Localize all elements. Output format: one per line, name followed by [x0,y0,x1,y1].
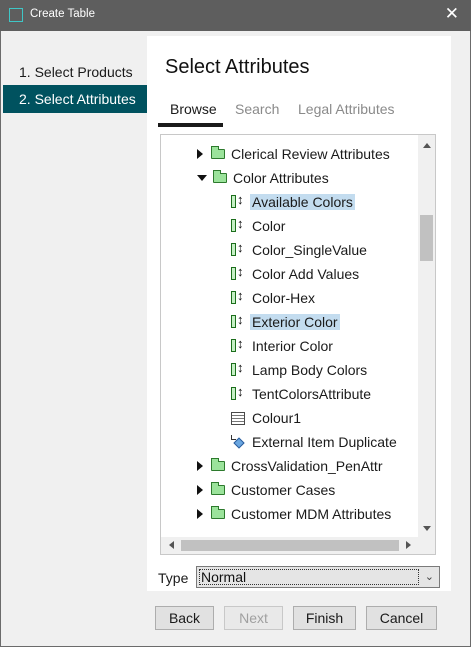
horizontal-scrollbar[interactable] [161,537,419,554]
app-icon [9,8,23,22]
tree-row[interactable]: ↕ Color_SingleValue [231,239,369,261]
type-select-value: Normal [199,569,419,585]
folder-icon [211,482,225,496]
scrollbar-corner [418,537,435,554]
attribute-icon: ↕ [231,361,245,377]
type-select[interactable]: Normal ⌄ [196,566,440,588]
attribute-icon: ↕ [231,241,245,257]
tab-search[interactable]: Search [223,98,291,128]
scroll-up-icon[interactable] [423,143,431,148]
tree-row-label: CrossValidation_PenAttr [231,458,383,474]
tree-row[interactable]: ↕ Color [231,215,287,237]
tree-row-label: Color Add Values [252,266,360,282]
next-button[interactable]: Next [224,606,283,630]
tree-row-label: Color Attributes [233,170,329,186]
title-bar: Create Table ✕ [0,0,471,31]
scroll-left-icon[interactable] [169,541,174,549]
scroll-down-icon[interactable] [423,526,431,531]
attribute-icon: ↕ [231,337,245,353]
tree-row-label: TentColorsAttribute [252,386,372,402]
tree-row[interactable]: Colour1 [231,407,303,429]
tree-row[interactable]: Customer Cases [197,479,337,501]
tree-row[interactable]: Customer MDM Attributes [197,503,393,525]
tree-row[interactable]: ↕ Exterior Color [231,311,340,333]
tree-row[interactable]: ↕ Available Colors [231,191,355,213]
scroll-right-icon[interactable] [406,541,411,549]
tree-row-label: Color-Hex [252,290,316,306]
tree-row[interactable]: ↕ Color Add Values [231,263,361,285]
cancel-button[interactable]: Cancel [366,606,437,630]
vertical-scroll-thumb[interactable] [420,215,433,261]
tree-row-label: Available Colors [250,194,355,210]
folder-icon [211,506,225,520]
tree-row[interactable]: Clerical Review Attributes [197,143,392,165]
tree-row[interactable]: ↕ Lamp Body Colors [231,359,369,381]
back-button[interactable]: Back [155,606,214,630]
attribute-icon: ↕ [231,265,245,281]
attribute-icon: ↕ [231,217,245,233]
attribute-icon: ↕ [231,385,245,401]
folder-icon [213,170,227,184]
table-icon [231,411,245,425]
tab-legal-attributes[interactable]: Legal Attributes [286,98,407,128]
tree-row[interactable]: CrossValidation_PenAttr [197,455,384,477]
window-title: Create Table [30,8,95,20]
step-select-products[interactable]: 1. Select Products [3,58,147,86]
tree-row-label: Lamp Body Colors [252,362,368,378]
tree-row-label: External Item Duplicate [252,434,397,450]
type-label: Type [158,570,189,586]
tree-row[interactable]: ↕ TentColorsAttribute [231,383,373,405]
tab-bar: Browse Search Legal Attributes [158,98,438,128]
attribute-icon: ↕ [231,313,245,329]
expand-arrow-icon[interactable] [197,149,203,160]
tree-row-label: Clerical Review Attributes [231,146,390,162]
step-select-attributes[interactable]: 2. Select Attributes [3,85,147,113]
tree-row-label: Customer Cases [231,482,336,498]
collapse-arrow-icon[interactable] [197,175,207,182]
tree-row[interactable]: Color Attributes [197,167,331,189]
tree-row-label: Exterior Color [250,314,340,330]
attribute-tree[interactable]: Clerical Review Attributes Color Attribut… [160,134,436,555]
tree-row-label: Color_SingleValue [252,242,367,258]
active-tab-indicator [158,123,223,127]
tree-row[interactable]: ↕ Color-Hex [231,287,317,309]
tree-row[interactable]: ↕ Interior Color [231,335,335,357]
chevron-down-icon: ⌄ [424,571,434,583]
vertical-scrollbar[interactable] [418,135,435,539]
wizard-steps: 1. Select Products 2. Select Attributes [3,36,147,591]
close-icon[interactable]: ✕ [445,4,459,24]
tree-row-label: Color [252,218,286,234]
horizontal-scroll-thumb[interactable] [181,540,399,551]
expand-arrow-icon[interactable] [197,485,203,496]
tree-row-label: Customer MDM Attributes [231,506,392,522]
expand-arrow-icon[interactable] [197,461,203,472]
attribute-icon: ↕ [231,193,245,209]
tree-row-label: Interior Color [252,338,333,354]
attribute-icon: ↕ [231,289,245,305]
reference-icon [231,435,245,449]
finish-button[interactable]: Finish [293,606,356,630]
tree-row[interactable]: External Item Duplicate [231,431,399,453]
folder-icon [211,146,225,160]
expand-arrow-icon[interactable] [197,509,203,520]
main-panel: Select Attributes Browse Search Legal At… [147,36,451,591]
tree-row-label: Colour1 [252,410,302,426]
page-title: Select Attributes [165,56,310,78]
folder-icon [211,458,225,472]
